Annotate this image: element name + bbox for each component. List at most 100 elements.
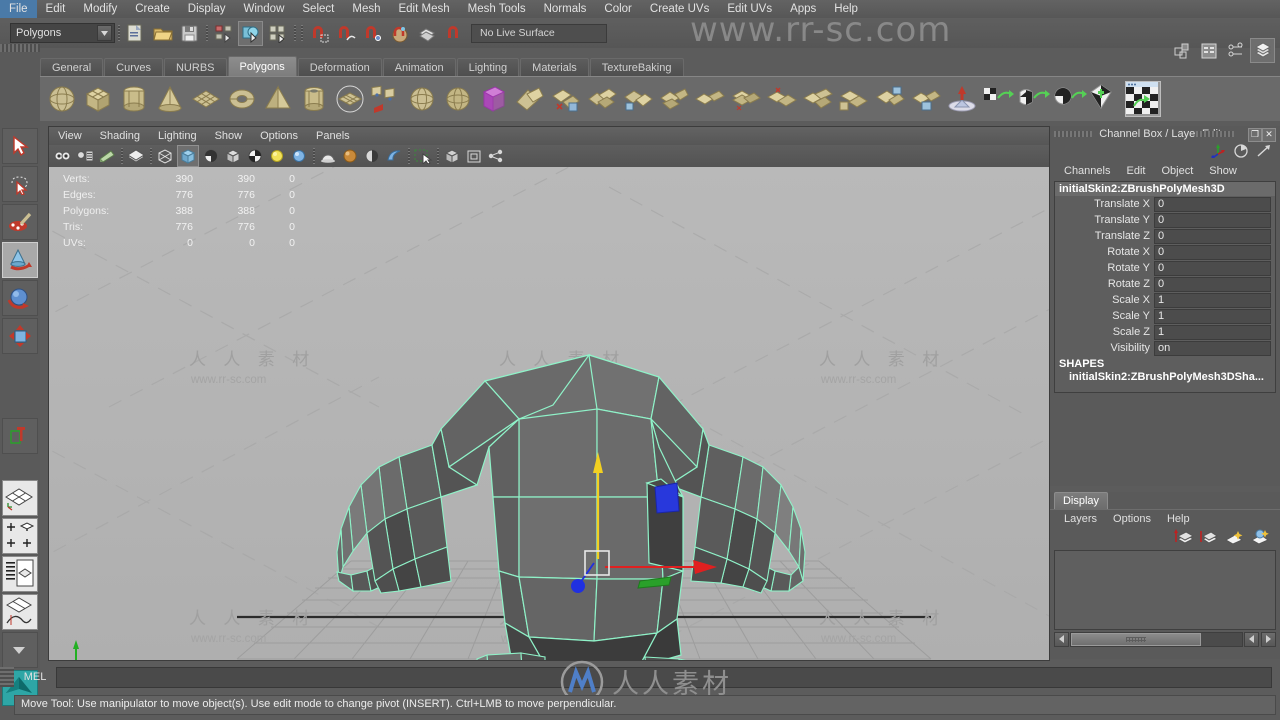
shelf-tab-nurbs[interactable]: NURBS bbox=[163, 58, 227, 77]
channel-box-icon[interactable] bbox=[1210, 143, 1226, 161]
poly-bevel-icon[interactable] bbox=[729, 82, 763, 116]
outliner-persp-layout[interactable] bbox=[2, 556, 38, 592]
more-layouts-icon[interactable] bbox=[2, 632, 38, 668]
select-by-object-icon[interactable] bbox=[238, 20, 263, 46]
channel-box-menu-channels[interactable]: Channels bbox=[1056, 165, 1118, 177]
select-camera-icon[interactable] bbox=[53, 146, 73, 166]
make-live-icon[interactable] bbox=[441, 21, 466, 46]
select-tool[interactable] bbox=[2, 128, 38, 164]
layer-horizontal-scrollbar[interactable] bbox=[1054, 631, 1276, 647]
poly-combine-icon[interactable] bbox=[513, 82, 547, 116]
menu-item-modify[interactable]: Modify bbox=[74, 0, 126, 18]
channel-row-scale-x[interactable]: Scale X 1 bbox=[1055, 292, 1275, 308]
shelf-tab-texturebaking[interactable]: TextureBaking bbox=[589, 58, 684, 77]
channel-value[interactable]: 1 bbox=[1154, 292, 1271, 308]
menu-item-edit-mesh[interactable]: Edit Mesh bbox=[389, 0, 458, 18]
scroll-next-icon[interactable] bbox=[1261, 631, 1276, 647]
channel-value[interactable]: 1 bbox=[1154, 324, 1271, 340]
open-scene-icon[interactable] bbox=[150, 21, 175, 46]
layer-list[interactable] bbox=[1054, 550, 1276, 630]
channel-box-menu-object[interactable]: Object bbox=[1153, 165, 1201, 177]
channel-value[interactable]: on bbox=[1154, 340, 1271, 356]
poly-mirror-icon[interactable] bbox=[621, 82, 655, 116]
new-layer-highlight-icon[interactable] bbox=[1224, 529, 1244, 548]
poly-smooth-icon[interactable] bbox=[657, 82, 691, 116]
bookmarks-icon[interactable] bbox=[97, 146, 117, 166]
snap-to-curve-icon[interactable] bbox=[333, 21, 358, 46]
channel-value[interactable]: 0 bbox=[1154, 212, 1271, 228]
shelf-tab-curves[interactable]: Curves bbox=[104, 58, 163, 77]
layer-menu-help[interactable]: Help bbox=[1159, 513, 1198, 525]
select-by-hierarchy-icon[interactable] bbox=[211, 21, 236, 46]
texture-checker-icon[interactable] bbox=[245, 146, 265, 166]
command-language-label[interactable]: MEL bbox=[14, 671, 56, 683]
multisample-icon[interactable] bbox=[384, 146, 404, 166]
menu-item-window[interactable]: Window bbox=[234, 0, 293, 18]
show-hide-tool-settings-icon[interactable] bbox=[1223, 38, 1248, 63]
channel-row-translate-x[interactable]: Translate X 0 bbox=[1055, 196, 1275, 212]
channel-row-translate-y[interactable]: Translate Y 0 bbox=[1055, 212, 1275, 228]
rotate-tool[interactable] bbox=[2, 280, 38, 316]
isolate-select-icon[interactable] bbox=[413, 146, 433, 166]
channel-box-menu-edit[interactable]: Edit bbox=[1118, 165, 1153, 177]
layer-menu-options[interactable]: Options bbox=[1105, 513, 1159, 525]
xray-icon[interactable] bbox=[442, 146, 462, 166]
uv-automatic-icon[interactable] bbox=[1089, 82, 1123, 116]
uv-cylindrical-icon[interactable] bbox=[1017, 82, 1051, 116]
panel-grip-right[interactable] bbox=[1196, 131, 1234, 137]
layer-editor-tab-display[interactable]: Display bbox=[1054, 492, 1108, 509]
poly-sphere-icon[interactable] bbox=[45, 82, 79, 116]
poly-cube-icon[interactable] bbox=[81, 82, 115, 116]
poly-plane-icon[interactable] bbox=[189, 82, 223, 116]
channel-box-shape-name[interactable]: initialSkin2:ZBrushPolyMesh3DSha... bbox=[1055, 370, 1275, 383]
poly-append-icon[interactable] bbox=[801, 82, 835, 116]
save-scene-icon[interactable] bbox=[177, 21, 202, 46]
viewport-menu-show[interactable]: Show bbox=[206, 127, 252, 145]
poly-torus-icon[interactable] bbox=[225, 82, 259, 116]
poly-type-icon[interactable] bbox=[477, 82, 511, 116]
shelf-tab-lighting[interactable]: Lighting bbox=[456, 58, 520, 77]
menu-item-color[interactable]: Color bbox=[595, 0, 640, 18]
menu-item-mesh-tools[interactable]: Mesh Tools bbox=[459, 0, 535, 18]
channel-value[interactable]: 0 bbox=[1154, 244, 1271, 260]
attribute-editor-icon[interactable] bbox=[1256, 144, 1272, 161]
new-layer-from-selected-icon[interactable] bbox=[1174, 528, 1195, 548]
new-layer-shaded-icon[interactable] bbox=[1250, 529, 1270, 548]
four-view-layout[interactable] bbox=[2, 518, 38, 554]
poly-sculpt-icon[interactable] bbox=[945, 82, 979, 116]
channel-row-scale-z[interactable]: Scale Z 1 bbox=[1055, 324, 1275, 340]
uv-texture-editor-icon[interactable] bbox=[1125, 81, 1161, 117]
paint-select-tool[interactable] bbox=[2, 204, 38, 240]
poly-pyramid-icon[interactable] bbox=[261, 82, 295, 116]
poly-cylinder-icon[interactable] bbox=[117, 82, 151, 116]
channel-row-rotate-x[interactable]: Rotate X 0 bbox=[1055, 244, 1275, 260]
scroll-track[interactable] bbox=[1070, 631, 1243, 647]
toolbox-grip[interactable] bbox=[0, 44, 40, 52]
last-tool-used[interactable] bbox=[2, 418, 38, 454]
scroll-left-icon[interactable] bbox=[1054, 631, 1069, 647]
channel-row-rotate-z[interactable]: Rotate Z 0 bbox=[1055, 276, 1275, 292]
smooth-shade-icon[interactable] bbox=[177, 145, 199, 167]
shaded-wireframe-icon[interactable] bbox=[201, 146, 221, 166]
channel-row-visibility[interactable]: Visibility on bbox=[1055, 340, 1275, 356]
show-hide-channel-box-icon[interactable] bbox=[1250, 38, 1275, 63]
close-icon[interactable]: ✕ bbox=[1262, 128, 1276, 142]
poly-separate-icon[interactable] bbox=[549, 82, 583, 116]
menu-set-selector[interactable]: Polygons bbox=[10, 23, 115, 43]
show-hide-modeling-toolkit-icon[interactable] bbox=[1169, 38, 1194, 63]
viewport-menu-panels[interactable]: Panels bbox=[307, 127, 359, 145]
poly-soccer-ball-icon[interactable] bbox=[405, 82, 439, 116]
new-layer-icon[interactable] bbox=[1200, 529, 1218, 548]
snap-to-point-icon[interactable] bbox=[360, 21, 385, 46]
menu-item-select[interactable]: Select bbox=[293, 0, 343, 18]
viewport-3d-canvas[interactable]: 人 人 素 材 www.rr-sc.com 人 人 素 材 www.rr-sc.… bbox=[49, 167, 1049, 660]
wireframe-icon[interactable] bbox=[155, 146, 175, 166]
channel-value[interactable]: 0 bbox=[1154, 196, 1271, 212]
select-by-component-icon[interactable] bbox=[265, 21, 290, 46]
poly-helix-icon[interactable] bbox=[369, 82, 403, 116]
snap-to-view-plane-icon[interactable] bbox=[414, 21, 439, 46]
poly-reduce-icon[interactable] bbox=[909, 82, 943, 116]
uv-planar-icon[interactable] bbox=[981, 82, 1015, 116]
ao-icon[interactable] bbox=[340, 146, 360, 166]
shelf-tab-general[interactable]: General bbox=[40, 58, 104, 77]
